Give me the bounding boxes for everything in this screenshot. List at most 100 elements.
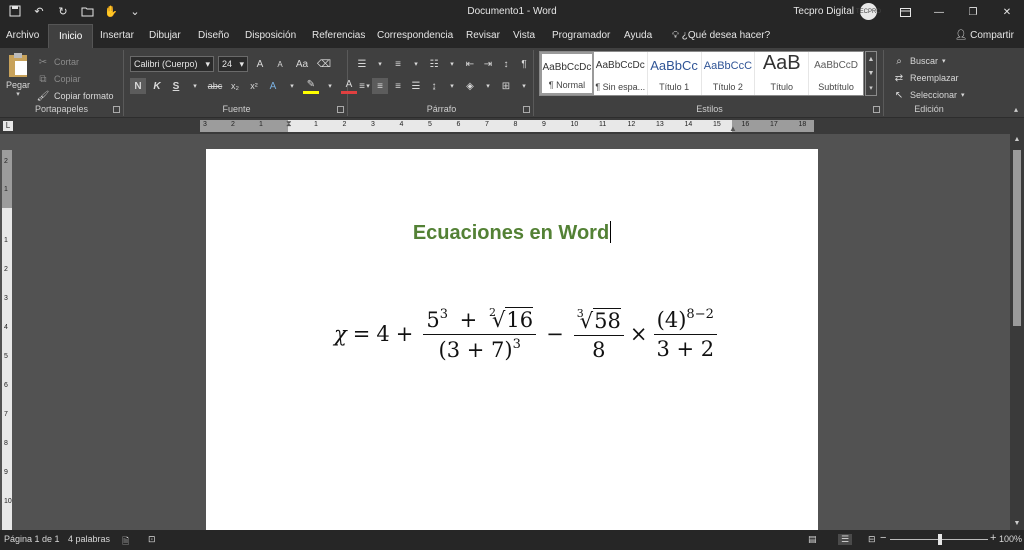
find-button[interactable]: ⌕ Buscar ▾ (892, 54, 945, 68)
tab-diseno[interactable]: Diseño (198, 24, 229, 48)
font-name-select[interactable]: Calibri (Cuerpo) ▾ (130, 56, 214, 72)
show-marks-icon[interactable]: ¶ (516, 56, 532, 72)
document-page[interactable]: Ecuaciones en Word χ = 4 + 53 + 2√16 (3 … (206, 149, 818, 531)
zoom-slider-thumb[interactable] (938, 534, 942, 545)
grow-font-icon[interactable]: A (252, 56, 268, 72)
strikethrough-button[interactable]: abc (206, 78, 224, 94)
vertical-ruler[interactable]: 2 1 1 2 3 4 5 6 7 8 9 10 (2, 150, 12, 530)
scroll-up-icon[interactable]: ▲ (1010, 134, 1024, 146)
line-spacing-icon[interactable]: ↨ (426, 78, 442, 94)
collapse-ribbon-icon[interactable]: ▴ (1014, 105, 1018, 114)
multilevel-dropdown-icon[interactable]: ▾ (444, 56, 460, 72)
dialog-launcher-icon[interactable] (873, 106, 880, 113)
zoom-level[interactable]: 100% (999, 534, 1022, 544)
style-titulo[interactable]: AaB Título (755, 52, 810, 95)
font-size-select[interactable]: 24 ▾ (218, 56, 248, 72)
style-titulo-1[interactable]: AaBbCc Título 1 (648, 52, 702, 95)
tab-vista[interactable]: Vista (513, 24, 535, 48)
chevron-up-icon[interactable]: ▲ (868, 56, 875, 63)
chevron-down-icon[interactable]: ▼ (868, 70, 875, 77)
style-subtitulo[interactable]: AaBbCcD Subtítulo (809, 52, 863, 95)
vertical-scrollbar[interactable]: ▲ ▼ (1010, 134, 1024, 530)
text-effects-dropdown-icon[interactable]: ▾ (284, 78, 300, 94)
horizontal-ruler[interactable]: 3 2 1 1 2 3 4 5 6 7 8 9 10 11 12 13 14 15 16 17 18 ⧗ ▲ (200, 119, 814, 133)
proofing-icon[interactable]: 🗎︎ (122, 534, 129, 550)
change-case-button[interactable]: Aa (292, 56, 312, 72)
styles-gallery-scroll[interactable]: ▲ ▼ ▾ (865, 51, 877, 96)
right-indent-marker-icon[interactable]: ▲ (729, 124, 737, 133)
dialog-launcher-icon[interactable] (113, 106, 120, 113)
replace-button[interactable]: ⇄ Reemplazar (892, 71, 959, 85)
justify-icon[interactable]: ☰ (408, 78, 424, 94)
paste-dropdown-icon[interactable]: ▾ (4, 90, 32, 98)
more-icon[interactable]: ▾ (869, 84, 873, 92)
clear-formatting-icon[interactable]: ⌫ (316, 56, 332, 72)
restore-icon[interactable]: ❐ (956, 0, 990, 24)
decrease-indent-icon[interactable]: ⇤ (462, 56, 478, 72)
tab-dibujar[interactable]: Dibujar (149, 24, 181, 48)
scroll-down-icon[interactable]: ▼ (1010, 518, 1024, 530)
select-button[interactable]: ↖ Seleccionar ▾ (892, 88, 965, 102)
line-spacing-dropdown-icon[interactable]: ▾ (444, 78, 460, 94)
shading-icon[interactable]: ◈ (462, 78, 478, 94)
tab-correspondencia[interactable]: Correspondencia (377, 24, 453, 48)
web-layout-icon[interactable]: ⊟ (868, 534, 876, 545)
word-count[interactable]: 4 palabras (68, 534, 110, 544)
print-layout-icon[interactable]: ☰ (838, 534, 853, 545)
superscript-button[interactable]: x² (246, 78, 262, 94)
read-mode-icon[interactable]: ▤ (808, 534, 817, 545)
equation[interactable]: χ = 4 + 53 + 2√16 (3 + 7)3 − 3√58 8 × (4… (334, 299, 721, 369)
tab-archivo[interactable]: Archivo (6, 24, 39, 48)
copy-button[interactable]: ⧉ Copiar (36, 71, 80, 87)
highlight-icon[interactable]: ✎ (303, 78, 319, 94)
bold-button[interactable]: N (130, 78, 146, 94)
tab-revisar[interactable]: Revisar (466, 24, 500, 48)
tab-disposicion[interactable]: Disposición (245, 24, 296, 48)
style-titulo-2[interactable]: AaBbCcC Título 2 (702, 52, 756, 95)
sort-icon[interactable]: ↕ (498, 56, 514, 72)
tab-ayuda[interactable]: Ayuda (624, 24, 652, 48)
tab-selector-icon[interactable]: L (3, 121, 13, 131)
text-effects-icon[interactable]: A (265, 78, 281, 94)
borders-icon[interactable]: ⊞ (498, 78, 514, 94)
tell-me-box[interactable]: 💡︎ ¿Qué desea hacer? (672, 24, 770, 48)
avatar[interactable]: TECPRO (856, 3, 881, 20)
subscript-button[interactable]: x₂ (227, 78, 243, 94)
style-sin-espaciado[interactable]: AaBbCcDc ¶ Sin espa... (594, 52, 648, 95)
minimize-icon[interactable]: — (922, 0, 956, 24)
document-heading[interactable]: Ecuaciones en Word (206, 221, 818, 245)
shading-dropdown-icon[interactable]: ▾ (480, 78, 496, 94)
user-name[interactable]: Tecpro Digital (793, 6, 854, 17)
share-button[interactable]: 👤︎ Compartir (955, 24, 1014, 48)
italic-button[interactable]: K (149, 78, 165, 94)
scrollbar-thumb[interactable] (1013, 150, 1021, 326)
indent-marker-icon[interactable]: ⧗ (286, 119, 292, 129)
paste-button[interactable]: Pegar ▾ (4, 52, 32, 98)
multilevel-list-icon[interactable]: ☷ (426, 56, 442, 72)
tab-inicio[interactable]: Inicio (48, 24, 94, 48)
cut-button[interactable]: ✂ Cortar (36, 54, 79, 70)
borders-dropdown-icon[interactable]: ▾ (516, 78, 532, 94)
shrink-font-icon[interactable]: A (272, 56, 288, 72)
numbering-dropdown-icon[interactable]: ▾ (408, 56, 424, 72)
underline-dropdown-icon[interactable]: ▾ (187, 78, 203, 94)
zoom-in-button[interactable]: + (990, 532, 996, 544)
bullets-icon[interactable]: ☰ (354, 56, 370, 72)
numbering-icon[interactable]: ≡ (390, 56, 406, 72)
align-left-icon[interactable]: ≡ (354, 78, 370, 94)
increase-indent-icon[interactable]: ⇥ (480, 56, 496, 72)
align-center-icon[interactable]: ≡ (372, 78, 388, 94)
ribbon-display-options-icon[interactable] (888, 0, 922, 24)
highlight-dropdown-icon[interactable]: ▾ (322, 78, 338, 94)
tab-insertar[interactable]: Insertar (100, 24, 134, 48)
format-painter-button[interactable]: 🖌︎ Copiar formato (36, 88, 114, 104)
dialog-launcher-icon[interactable] (337, 106, 344, 113)
tab-referencias[interactable]: Referencias (312, 24, 365, 48)
align-right-icon[interactable]: ≡ (390, 78, 406, 94)
close-icon[interactable]: ✕ (990, 0, 1024, 24)
underline-button[interactable]: S (168, 78, 184, 94)
tab-programador[interactable]: Programador (552, 24, 610, 48)
macro-record-icon[interactable]: ⊡ (148, 534, 156, 545)
dialog-launcher-icon[interactable] (523, 106, 530, 113)
zoom-out-button[interactable]: − (880, 532, 886, 544)
